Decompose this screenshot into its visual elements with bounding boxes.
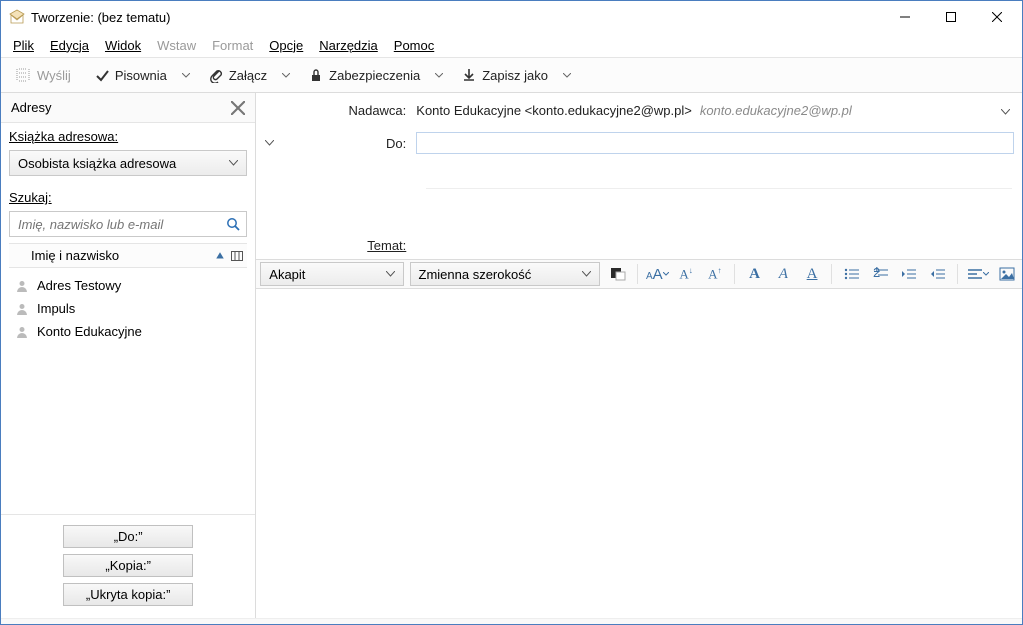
lock-icon (309, 68, 323, 82)
menu-options[interactable]: Opcje (263, 36, 309, 55)
search-label: Szukaj: (9, 190, 247, 205)
italic-button[interactable]: A (772, 263, 795, 285)
saveas-dropdown[interactable] (560, 73, 574, 78)
recipients-expand[interactable] (256, 140, 282, 146)
send-button[interactable]: Wyślij (7, 63, 79, 87)
menu-format[interactable]: Format (206, 36, 259, 55)
contacts-list-header[interactable]: Imię i nazwisko (9, 243, 247, 268)
font-size-button[interactable]: AA (646, 263, 669, 285)
minimize-button[interactable] (882, 2, 928, 32)
chevron-down-icon (229, 160, 238, 166)
contacts-sidebar: Adresy Książka adresowa: Osobista książk… (1, 93, 256, 618)
addressbook-select[interactable]: Osobista książka adresowa (9, 150, 247, 176)
message-body-editor[interactable] (256, 289, 1022, 618)
bulleted-list-button[interactable] (840, 263, 863, 285)
to-label: Do: (282, 136, 416, 151)
spelling-button[interactable]: Pisownia (87, 64, 175, 87)
text-color-button[interactable] (606, 263, 629, 285)
app-icon (9, 9, 25, 25)
person-icon (15, 325, 29, 339)
sidebar-header: Adresy (1, 93, 255, 123)
font-family-select[interactable]: Zmienna szerokość (410, 262, 601, 286)
addressbook-label: Książka adresowa: (9, 129, 247, 144)
menu-file[interactable]: Plik (7, 36, 40, 55)
contacts-search (9, 211, 247, 237)
maximize-button[interactable] (928, 2, 974, 32)
security-button[interactable]: Zabezpieczenia (301, 64, 428, 87)
to-row: Do: (256, 127, 1022, 159)
outdent-button[interactable] (898, 263, 921, 285)
close-button[interactable] (974, 2, 1020, 32)
align-button[interactable] (966, 263, 989, 285)
menu-help[interactable]: Pomoc (388, 36, 440, 55)
insert-image-button[interactable] (995, 263, 1018, 285)
recipients-spacer (426, 159, 1012, 189)
paperclip-icon (209, 67, 223, 83)
add-bcc-button[interactable]: „Ukryta kopia:” (63, 583, 193, 606)
security-dropdown[interactable] (432, 73, 446, 78)
menu-tools[interactable]: Narzędzia (313, 36, 384, 55)
send-icon (15, 67, 31, 83)
window-title: Tworzenie: (bez tematu) (31, 10, 882, 25)
toolbar: Wyślij Pisownia Załącz Zabezpieczenia Za… (1, 57, 1022, 93)
indent-button[interactable] (927, 263, 950, 285)
attach-button[interactable]: Załącz (201, 63, 275, 87)
statusbar (1, 618, 1022, 624)
sidebar-close-icon[interactable] (231, 101, 245, 115)
saveas-button[interactable]: Zapisz jako (454, 64, 556, 87)
subject-input[interactable] (416, 231, 1014, 253)
sidebar-footer: „Do:” „Kopia:” „Ukryta kopia:” (1, 514, 255, 618)
format-toolbar: Akapit Zmienna szerokość AA A↓ A↑ A A A … (256, 259, 1022, 289)
underline-button[interactable]: A (801, 263, 824, 285)
add-to-button[interactable]: „Do:” (63, 525, 193, 548)
column-picker-icon[interactable] (231, 251, 243, 261)
menubar: Plik Edycja Widok Wstaw Format Opcje Nar… (1, 33, 1022, 57)
to-input[interactable] (416, 132, 1014, 154)
font-larger-button[interactable]: A↑ (703, 263, 726, 285)
from-row: Nadawca: Konto Edukacyjne <konto.edukacy… (256, 93, 1022, 127)
contact-item[interactable]: Adres Testowy (9, 274, 247, 297)
subject-label: Temat: (256, 238, 416, 253)
main-area: Adresy Książka adresowa: Osobista książk… (1, 93, 1022, 618)
person-icon (15, 279, 29, 293)
titlebar: Tworzenie: (bez tematu) (1, 1, 1022, 33)
spelling-dropdown[interactable] (179, 73, 193, 78)
svg-text:2: 2 (873, 267, 880, 280)
subject-row: Temat: (256, 219, 1022, 259)
numbered-list-button[interactable]: 12 (869, 263, 892, 285)
chevron-down-icon (386, 271, 395, 277)
bold-button[interactable]: A (743, 263, 766, 285)
attach-dropdown[interactable] (279, 73, 293, 78)
search-input[interactable] (18, 217, 220, 232)
menu-insert[interactable]: Wstaw (151, 36, 202, 55)
menu-view[interactable]: Widok (99, 36, 147, 55)
search-icon[interactable] (226, 217, 240, 231)
compose-panel: Nadawca: Konto Edukacyjne <konto.edukacy… (256, 93, 1022, 618)
paragraph-style-select[interactable]: Akapit (260, 262, 403, 286)
sort-up-icon (215, 251, 225, 261)
contact-item[interactable]: Konto Edukacyjne (9, 320, 247, 343)
contacts-list: Adres Testowy Impuls Konto Edukacyjne (9, 274, 247, 514)
sidebar-title: Adresy (11, 100, 51, 115)
contact-item[interactable]: Impuls (9, 297, 247, 320)
from-label: Nadawca: (256, 103, 416, 118)
chevron-down-icon (582, 271, 591, 277)
menu-edit[interactable]: Edycja (44, 36, 95, 55)
font-smaller-button[interactable]: A↓ (675, 263, 698, 285)
add-cc-button[interactable]: „Kopia:” (63, 554, 193, 577)
recipients-spacer2 (426, 189, 1012, 219)
from-dropdown[interactable] (996, 103, 1014, 118)
from-picker[interactable]: Konto Edukacyjne <konto.edukacyjne2@wp.p… (416, 103, 996, 118)
check-icon (95, 68, 109, 82)
download-icon (462, 68, 476, 82)
person-icon (15, 302, 29, 316)
